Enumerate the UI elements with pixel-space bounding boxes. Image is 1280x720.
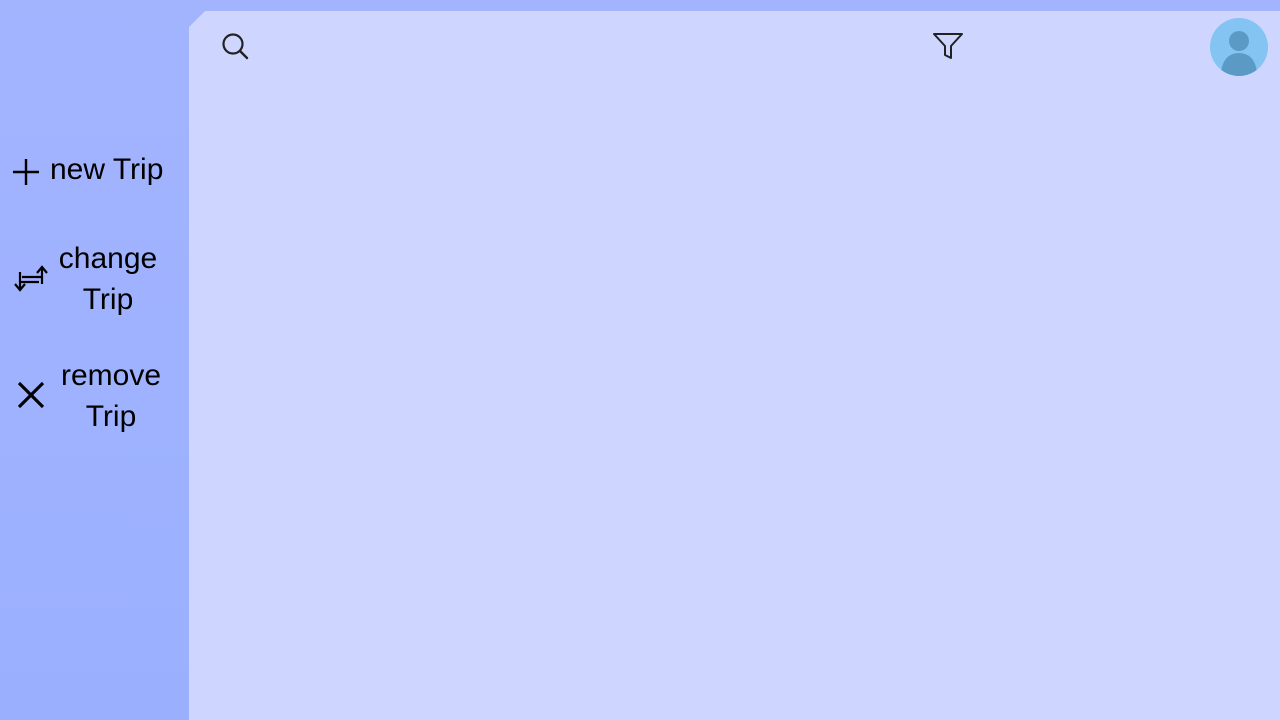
change-trip-label: change Trip <box>58 242 158 316</box>
new-trip-label: new Trip <box>50 153 164 186</box>
panel-corner <box>189 11 205 27</box>
search-icon <box>222 33 249 60</box>
filter-button[interactable] <box>932 31 964 61</box>
search-button[interactable] <box>220 31 250 61</box>
remove-trip-label: remove Trip <box>60 359 162 433</box>
top-strip <box>189 0 1280 11</box>
user-avatar-button[interactable] <box>1210 18 1268 76</box>
new-trip-button[interactable]: new Trip <box>0 148 189 192</box>
plus-icon <box>13 159 39 185</box>
main-content-area <box>189 11 1280 720</box>
close-icon <box>17 381 45 409</box>
filter-icon <box>933 33 963 59</box>
user-avatar-icon <box>1221 31 1257 76</box>
swap-arrows-icon <box>14 265 48 292</box>
sidebar: new Trip change Trip remove Trip <box>0 0 189 720</box>
change-trip-button[interactable]: change Trip <box>0 238 189 322</box>
remove-trip-button[interactable]: remove Trip <box>0 354 189 438</box>
